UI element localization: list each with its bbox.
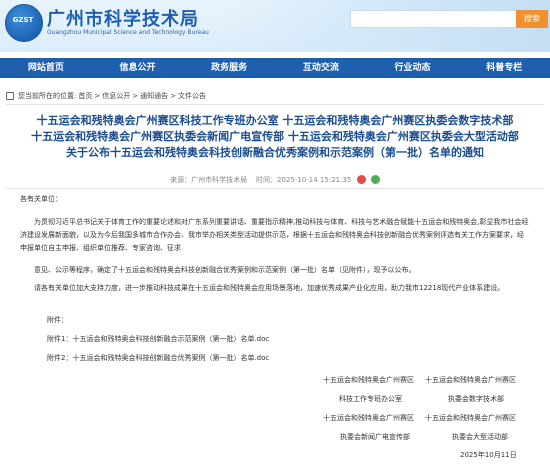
breadcrumb-item-notices[interactable]: 通知通告 [140,91,168,101]
signature-org: 执委会新闻广电宣传部 [340,433,410,441]
breadcrumb-separator: > [94,92,101,100]
search-button[interactable]: 搜索 [516,10,548,28]
location-icon [6,92,14,100]
nav-item-interaction[interactable]: 互动交流 [275,58,367,78]
breadcrumb-item-home[interactable]: 首页 [78,91,92,101]
breadcrumb-item-info-public[interactable]: 信息公开 [102,91,130,101]
salutation: 各有关单位： [20,195,62,203]
breadcrumb-separator: > [132,92,139,100]
site-header: GZST 广州市科学技术局 Guangzhou Municipal Scienc… [0,0,550,52]
paragraph: 为贯彻习近平总书记关于体育工作的重要论述和对广东系列重要讲话、重要指示精神,推动… [20,218,529,252]
divider [6,104,544,105]
nav-item-science-popularization[interactable]: 科普专栏 [458,58,550,78]
nav-item-gov-service[interactable]: 政务服务 [183,58,275,78]
share-wechat-icon[interactable] [370,175,380,184]
attachments-label: 附件： [47,316,68,324]
title-line: 关于公布十五运会和残特奥会科技创新融合优秀案例和示范案例（第一批）名单的通知 [66,146,484,159]
nav-item-info-public[interactable]: 信息公开 [92,58,184,78]
article-title: 十五运会和残特奥会广州赛区科技工作专班办公室 十五运会和残特奥会广州赛区执委会数… [20,113,530,161]
signature-org: 十五运会和残特奥会广州赛区 [323,414,414,422]
signature-org: 十五运会和残特奥会广州赛区 [425,414,516,422]
signature-org: 十五运会和残特奥会广州赛区 [323,376,414,384]
site-subtitle: Guangzhou Municipal Science and Technolo… [47,29,209,36]
signature-org: 执委会数字技术部 [448,395,504,403]
paragraph: 意见、公示等程序，确定了十五运会和残特奥会科技创新融合优秀案例和示范案例（第一批… [34,266,416,274]
article-meta: 来源：广州市科学技术局 时间：2025-10-14 15:21:35 [0,175,550,185]
main-nav: 网站首页 信息公开 政务服务 互动交流 行业动态 科普专栏 [0,58,550,78]
share-weibo-icon[interactable] [356,175,366,184]
logo-text: GZST [12,16,34,24]
nav-item-industry-news[interactable]: 行业动态 [367,58,459,78]
paragraph: 请各有关单位加大支持力度，进一步推动科技成果在十五运会和残特奥会应用场景落地，加… [34,284,505,292]
divider [6,188,544,189]
site-title[interactable]: 广州市科学技术局 [47,5,199,31]
nav-item-home[interactable]: 网站首页 [0,58,92,78]
breadcrumb-item-documents[interactable]: 文件公告 [178,91,206,101]
title-line: 十五运会和残特奥会广州赛区执委会新闻广电宣传部 十五运会和残特奥会广州赛区执委会… [31,130,519,143]
issue-date: 2025年10月11日 [460,451,517,459]
signature-org: 科技工作专班办公室 [339,395,402,403]
signature-org: 执委会大型活动部 [452,433,508,441]
breadcrumb: 您当前所在的位置: 首页 > 信息公开 > 通知通告 > 文件公告 [6,91,206,101]
attachment-link[interactable]: 附件1：十五运会和残特奥会科技创新融合示范案例（第一批）名单.doc [47,333,527,346]
source-value: 广州市科学技术局 [191,176,248,184]
search-input[interactable] [350,10,516,28]
attachment-link[interactable]: 附件2：十五运会和残特奥会科技创新融合优秀案例（第一批）名单.doc [47,352,527,365]
title-line: 十五运会和残特奥会广州赛区科技工作专班办公室 十五运会和残特奥会广州赛区执委会数… [36,114,514,127]
signature-org: 十五运会和残特奥会广州赛区 [425,376,516,384]
breadcrumb-prefix: 您当前所在的位置: [18,92,77,100]
time-label: 时间： [256,176,278,184]
source-label: 来源： [170,176,192,184]
breadcrumb-separator: > [170,92,176,100]
time-value: 2025-10-14 15:21:35 [277,176,352,184]
